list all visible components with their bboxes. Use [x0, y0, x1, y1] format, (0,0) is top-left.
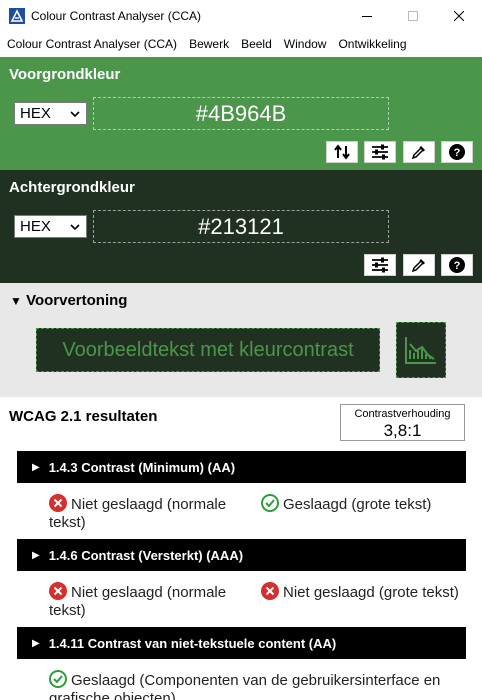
- criterion-1-4-6-toggle[interactable]: ▶ 1.4.6 Contrast (Versterkt) (AAA): [17, 539, 466, 571]
- preview-title: Voorvertoning: [26, 292, 128, 309]
- criterion-title: 1.4.11 Contrast van niet-tekstuele conte…: [48, 635, 337, 651]
- line-chart-icon: [405, 337, 436, 364]
- results-title: WCAG 2.1 resultaten: [9, 408, 158, 425]
- foreground-title: Voorgrondkleur: [9, 66, 121, 83]
- result-text: Geslaagd (grote tekst): [283, 496, 432, 513]
- triangle-down-icon: ▼: [10, 294, 22, 308]
- fail-icon: [49, 582, 67, 600]
- eyedropper-icon: [411, 259, 425, 273]
- preview-toggle[interactable]: ▼ Voorvertoning: [10, 292, 127, 309]
- menu-item-view[interactable]: Beeld: [241, 37, 272, 51]
- foreground-format-value: HEX: [20, 105, 51, 122]
- minimize-icon: [362, 16, 372, 17]
- eyedropper-icon: [411, 146, 425, 160]
- minimize-button[interactable]: [344, 0, 390, 32]
- foreground-color-input[interactable]: #4B964B: [93, 97, 389, 130]
- app-logo-icon: [9, 8, 25, 24]
- results-section: WCAG 2.1 resultaten Contrastverhouding 3…: [0, 397, 482, 700]
- pass-icon: [49, 670, 67, 688]
- criterion-1-4-11-toggle[interactable]: ▶ 1.4.11 Contrast van niet-tekstuele con…: [17, 627, 466, 659]
- sliders-icon: [372, 144, 388, 160]
- pass-icon: [261, 494, 279, 512]
- result-text: Geslaagd (Componenten van de gebruikersi…: [71, 672, 441, 689]
- foreground-sliders-button[interactable]: [364, 141, 396, 163]
- contrast-ratio-value: 3,8:1: [383, 421, 422, 440]
- result-aa-large-text: Geslaagd (grote tekst): [261, 494, 431, 514]
- swap-arrows-icon: [334, 144, 350, 160]
- window-controls: [344, 0, 482, 32]
- fail-icon: [261, 582, 279, 600]
- foreground-help-button[interactable]: ?: [441, 141, 473, 163]
- menu-bar: Colour Contrast Analyser (CCA) Bewerk Be…: [0, 32, 482, 56]
- chevron-down-icon: [70, 224, 80, 231]
- result-text-cont: tekst): [49, 514, 86, 531]
- maximize-button[interactable]: [390, 0, 436, 32]
- criterion-title: 1.4.6 Contrast (Versterkt) (AAA): [48, 547, 244, 563]
- result-non-text-contrast: Geslaagd (Componenten van de gebruikersi…: [49, 670, 474, 700]
- result-text: Niet geslaagd (grote tekst): [283, 584, 459, 601]
- result-aa-normal-text: Niet geslaagd (normale tekst): [49, 494, 226, 532]
- close-button[interactable]: [436, 0, 482, 32]
- result-text-cont: tekst): [49, 602, 86, 619]
- sliders-icon: [372, 257, 388, 273]
- triangle-right-icon: ▶: [32, 461, 40, 473]
- background-sliders-button[interactable]: [364, 254, 396, 276]
- preview-section: ▼ Voorvertoning Voorbeeldtekst met kleur…: [0, 283, 482, 397]
- criterion-title: 1.4.3 Contrast (Minimum) (AA): [48, 459, 236, 475]
- result-text: Niet geslaagd (normale: [71, 496, 227, 513]
- chevron-down-icon: [70, 111, 80, 118]
- menu-item-edit[interactable]: Bewerk: [189, 37, 229, 51]
- background-format-value: HEX: [20, 218, 51, 235]
- foreground-eyedropper-button[interactable]: [403, 141, 435, 163]
- result-aaa-normal-text: Niet geslaagd (normale tekst): [49, 582, 226, 620]
- foreground-format-select[interactable]: HEX: [14, 102, 87, 125]
- menu-item-window[interactable]: Window: [284, 37, 327, 51]
- background-panel: Achtergrondkleur HEX #213121 ?: [0, 170, 482, 283]
- menu-item-develop[interactable]: Ontwikkeling: [338, 37, 406, 51]
- triangle-right-icon: ▶: [32, 549, 40, 561]
- simulation-chart-button[interactable]: [396, 322, 446, 378]
- preview-sample-text: Voorbeeldtekst met kleurcontrast: [36, 328, 380, 372]
- result-text-cont: grafische objecten): [49, 690, 176, 700]
- background-title: Achtergrondkleur: [9, 179, 135, 196]
- title-bar: Colour Contrast Analyser (CCA): [0, 0, 482, 32]
- background-format-select[interactable]: HEX: [14, 215, 87, 238]
- triangle-right-icon: ▶: [32, 637, 40, 649]
- foreground-panel: Voorgrondkleur HEX #4B964B ?: [0, 57, 482, 170]
- background-help-button[interactable]: ?: [441, 254, 473, 276]
- maximize-icon: [408, 11, 418, 21]
- window-title: Colour Contrast Analyser (CCA): [31, 9, 202, 23]
- close-icon: [454, 11, 464, 21]
- swap-colors-button[interactable]: [326, 141, 358, 163]
- result-text: Niet geslaagd (normale: [71, 584, 227, 601]
- result-aaa-large-text: Niet geslaagd (grote tekst): [261, 582, 459, 602]
- background-color-input[interactable]: #213121: [93, 210, 389, 243]
- contrast-ratio-label: Contrastverhouding: [354, 408, 451, 420]
- help-icon: ?: [449, 257, 465, 273]
- background-eyedropper-button[interactable]: [403, 254, 435, 276]
- svg-text:?: ?: [454, 260, 461, 272]
- contrast-ratio-box: Contrastverhouding 3,8:1: [340, 404, 465, 441]
- menu-item-app[interactable]: Colour Contrast Analyser (CCA): [7, 37, 177, 51]
- svg-text:?: ?: [454, 147, 461, 159]
- help-icon: ?: [449, 144, 465, 160]
- criterion-1-4-3-toggle[interactable]: ▶ 1.4.3 Contrast (Minimum) (AA): [17, 451, 466, 483]
- fail-icon: [49, 494, 67, 512]
